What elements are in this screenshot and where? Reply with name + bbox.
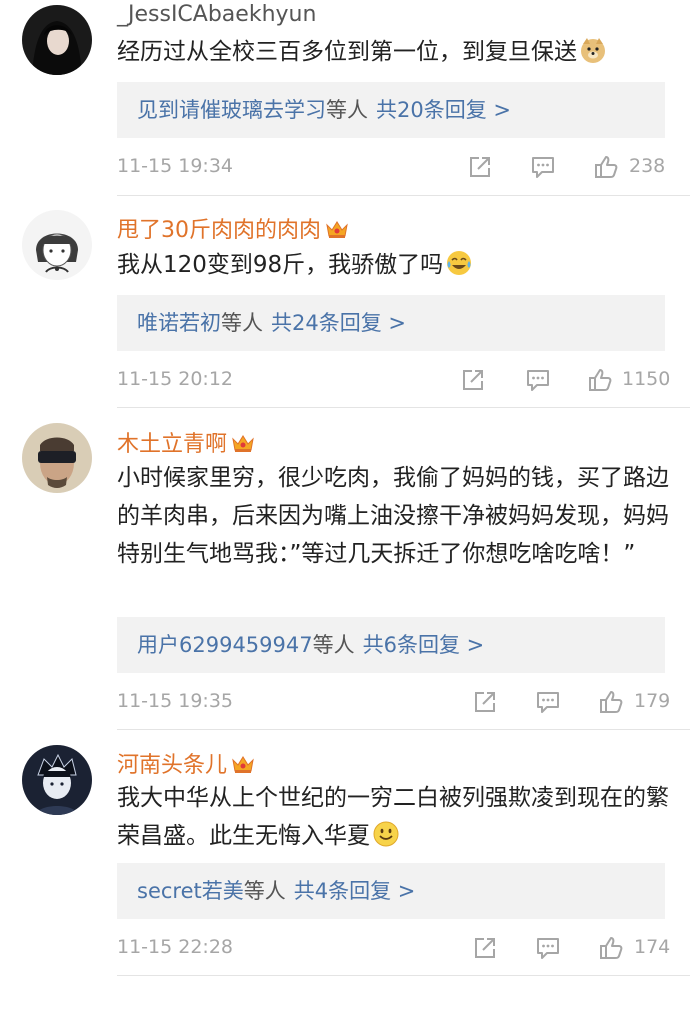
like-icon[interactable] [598,935,624,961]
username[interactable]: _JessICAbaekhyun [117,2,316,27]
comment-meta: 11-15 19:35 179 [117,687,677,717]
username[interactable]: 木土立青啊 [117,426,255,458]
username[interactable]: 河南头条儿 [117,747,255,779]
reply-count-link[interactable]: 共6条回复 > [363,633,485,657]
timestamp: 11-15 22:28 [117,936,234,958]
comment-text: 小时候家里穷，很少吃肉，我偷了妈妈的钱，买了路边的羊肉串，后来因为嘴上油没擦干净… [117,465,669,567]
comment-meta: 11-15 19:34 238 [117,152,677,182]
vip-crown-icon [231,754,255,774]
reply-count-link[interactable]: 共20条回复 > [376,98,511,122]
avatar[interactable] [22,423,92,493]
like-icon[interactable] [593,154,619,180]
share-icon[interactable] [467,154,493,180]
like-icon[interactable] [587,367,613,393]
share-icon[interactable] [472,689,498,715]
divider [117,729,690,730]
replies-box[interactable]: secret若美等人 共4条回复 > [117,863,665,919]
comment-text: 我从120变到98斤，我骄傲了吗 [117,246,677,284]
reply-users-link[interactable]: 用户6299459947 [137,633,313,657]
timestamp: 11-15 19:34 [117,155,234,177]
reply-count-link[interactable]: 共24条回复 > [271,311,406,335]
reply-users-link[interactable]: secret若美 [137,879,244,903]
comment-icon[interactable] [530,154,556,180]
divider [117,195,690,196]
like-count: 174 [634,936,671,958]
vip-crown-icon [231,433,255,453]
divider [117,407,690,408]
like-count: 1150 [622,368,671,390]
divider [117,975,690,976]
replies-box[interactable]: 用户6299459947等人 共6条回复 > [117,617,665,673]
reply-users-suffix: 等人 [326,98,368,122]
like-count: 179 [634,690,671,712]
vip-crown-icon [325,219,349,239]
laugh-cry-emoji [447,251,472,275]
share-icon[interactable] [472,935,498,961]
timestamp: 11-15 19:35 [117,690,234,712]
username[interactable]: 甩了30斤肉肉的肉肉 [117,212,349,244]
comment-meta: 11-15 22:28 174 [117,933,677,963]
reply-users-suffix: 等人 [221,311,263,335]
reply-users-link[interactable]: 见到请催玻璃去学习 [137,98,326,122]
replies-box[interactable]: 见到请催玻璃去学习等人 共20条回复 > [117,82,665,138]
smile-emoji [373,821,399,847]
comment-icon[interactable] [535,689,561,715]
share-icon[interactable] [460,367,486,393]
replies-box[interactable]: 唯诺若初等人 共24条回复 > [117,295,665,351]
timestamp: 11-15 20:12 [117,368,234,390]
avatar[interactable] [22,745,92,815]
reply-users-suffix: 等人 [243,879,286,903]
avatar[interactable] [22,5,92,75]
reply-users-link[interactable]: 唯诺若初 [137,311,221,335]
avatar[interactable] [22,210,92,280]
like-icon[interactable] [598,689,624,715]
reply-users-suffix: 等人 [312,633,355,657]
doge-emoji [581,38,605,63]
comment-icon[interactable] [525,367,551,393]
comment-text: 经历过从全校三百多位到第一位，到复旦保送 [117,33,677,71]
comment-meta: 11-15 20:12 1150 [117,365,677,395]
like-count: 238 [629,155,666,177]
comment-icon[interactable] [535,935,561,961]
comment-text: 我大中华从上个世纪的一穷二白被列强欺凌到现在的繁荣昌盛。此生无悔入华夏 [117,785,669,849]
reply-count-link[interactable]: 共4条回复 > [294,879,416,903]
